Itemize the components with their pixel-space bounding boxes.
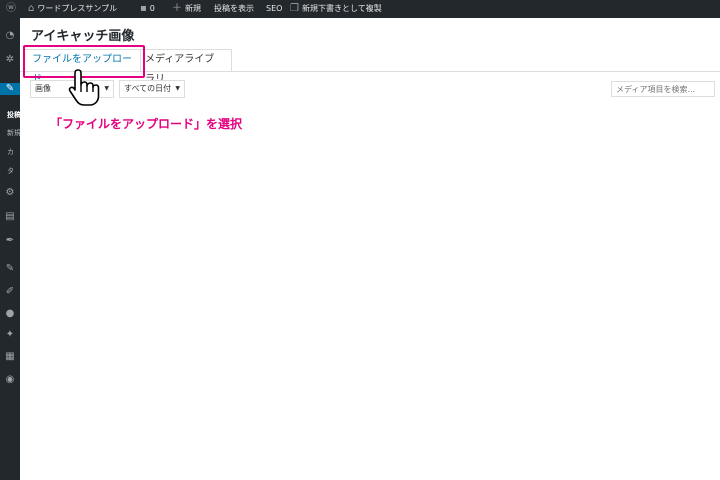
- table-icon[interactable]: ▦: [3, 351, 17, 363]
- home-icon: ⌂: [28, 3, 35, 14]
- media-icon[interactable]: ⚙: [3, 187, 17, 199]
- duplicate-draft-link[interactable]: ❐ 新規下書きとして複製: [290, 0, 382, 18]
- users-icon[interactable]: ●: [3, 308, 17, 320]
- dashboard-icon[interactable]: ◔: [3, 30, 17, 42]
- featured-image-modal: アイキャッチ画像 メディアライブラリ ファイルをアップロード 画像 ▼ すべての…: [20, 18, 720, 480]
- site-name-link[interactable]: ⌂ ワードプレスサンプル: [28, 0, 117, 18]
- admin-bar: ⓦ ⌂ ワードプレスサンプル ▪ 0 ＋ 新規 投稿を表示 SEO ❐ 新規下書…: [0, 0, 720, 18]
- admin-sidebar: ◔ ✲ ✎ 投稿 新規 カ タ ⚙ ▤ ✒ ✎ ✐ ● ✦ ▦ ◉: [0, 18, 20, 480]
- view-post-link[interactable]: 投稿を表示: [214, 0, 254, 18]
- tab-divider: [20, 71, 720, 72]
- chevron-down-icon: ▼: [104, 85, 109, 92]
- site-name: ワードプレスサンプル: [37, 4, 118, 13]
- collapse-icon[interactable]: ◉: [3, 374, 17, 386]
- new-content-link[interactable]: ＋ 新規: [172, 0, 201, 18]
- plugins-icon[interactable]: ✐: [3, 286, 17, 298]
- date-filter[interactable]: すべての日付 ▼: [119, 80, 185, 98]
- sidebar-item-new[interactable]: 新規: [7, 128, 20, 138]
- settings-icon[interactable]: ✲: [3, 54, 17, 66]
- hand-pointer-icon: [68, 69, 100, 106]
- wordpress-logo-icon[interactable]: ⓦ: [6, 0, 16, 18]
- tab-media-library[interactable]: メディアライブラリ: [137, 49, 232, 85]
- tools-icon[interactable]: ✦: [3, 329, 17, 341]
- pages-icon[interactable]: ▤: [3, 211, 17, 223]
- media-search-input[interactable]: [611, 81, 715, 97]
- appearance-icon[interactable]: ✎: [3, 263, 17, 275]
- pin-icon[interactable]: ✒: [3, 235, 17, 247]
- modal-title: アイキャッチ画像: [31, 29, 135, 44]
- plus-icon: ＋: [172, 3, 182, 14]
- sidebar-item-posts[interactable]: 投稿: [7, 110, 20, 120]
- new-label: 新規: [185, 4, 201, 13]
- instruction-annotation: 「ファイルをアップロード」を選択: [50, 117, 243, 131]
- sidebar-item-category[interactable]: カ: [7, 147, 20, 157]
- sidebar-item-tag[interactable]: タ: [7, 166, 20, 176]
- chevron-down-icon: ▼: [175, 85, 180, 92]
- comments-count: 0: [149, 4, 155, 13]
- pin-icon[interactable]: ✎: [0, 83, 20, 95]
- duplicate-icon: ❐: [290, 3, 299, 14]
- seo-link[interactable]: SEO: [266, 0, 282, 18]
- comments-link[interactable]: ▪ 0: [140, 0, 155, 18]
- comment-icon: ▪: [140, 3, 147, 14]
